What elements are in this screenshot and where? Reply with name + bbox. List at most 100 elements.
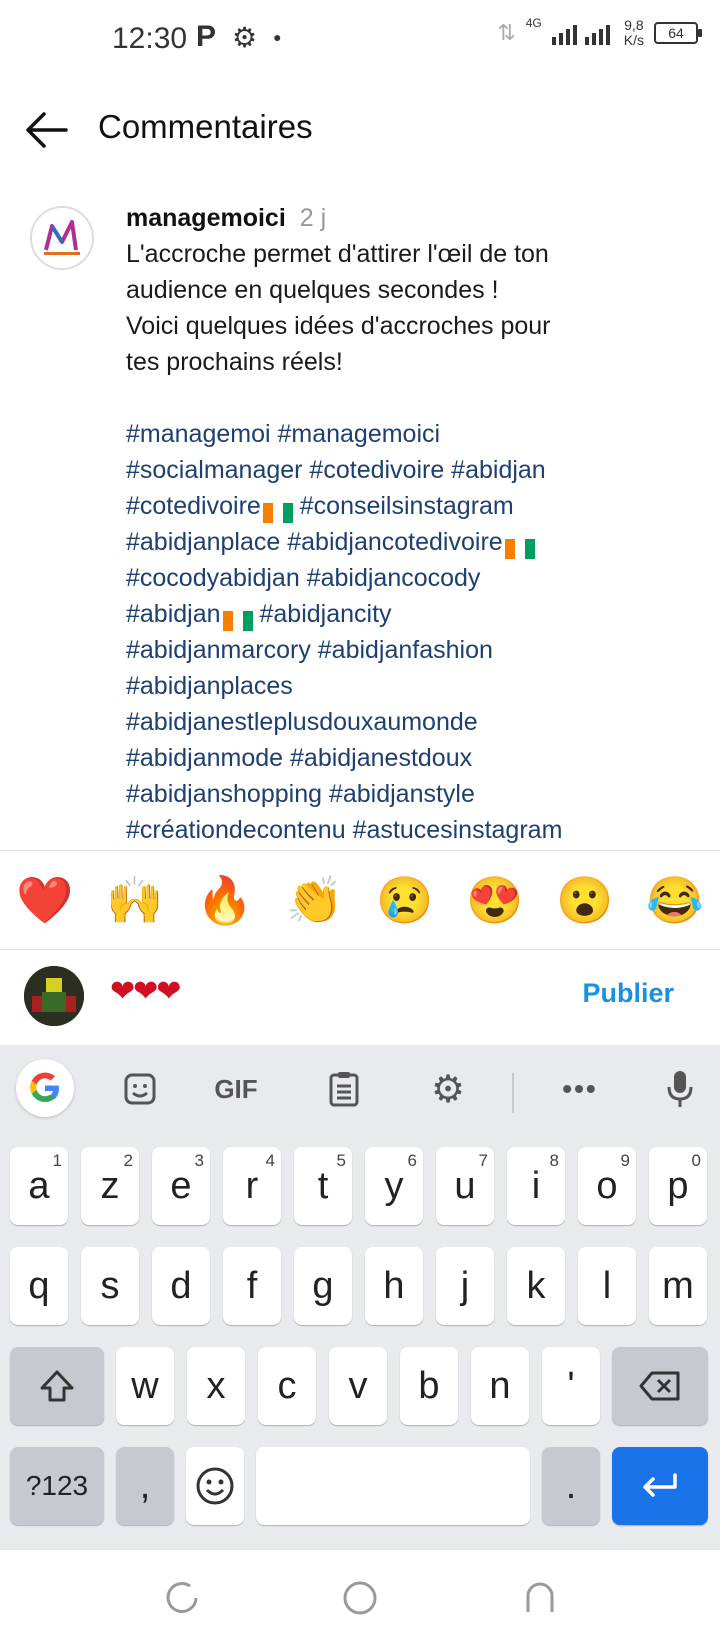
backspace-icon [639, 1371, 680, 1401]
back-button[interactable] [22, 108, 72, 152]
key-label: o [596, 1164, 618, 1207]
key-hint: 1 [52, 1151, 62, 1170]
parking-icon: P [196, 20, 217, 53]
hashtag-line[interactable]: #abidjanshopping #abidjanstyle [126, 776, 686, 812]
key-c[interactable]: c [258, 1347, 316, 1425]
comment-input[interactable]: ❤❤❤ [110, 974, 181, 1009]
flag-stripe [242, 611, 253, 632]
hashtag-line[interactable]: #abidjanplace #abidjancotedivoire [126, 524, 686, 560]
arrow-left-icon [26, 112, 68, 148]
key-x[interactable]: x [187, 1347, 245, 1425]
hashtag-block: #managemoi #managemoici #socialmanager #… [126, 416, 686, 848]
key-q[interactable]: q [10, 1247, 68, 1325]
comment-composer: ❤❤❤ Publier [0, 950, 720, 1042]
keyboard: GIF ⚙ ••• a1 z2 e3 r4 t5 y6 u7 i8 o9 p0 … [0, 1045, 720, 1550]
key-y[interactable]: y6 [365, 1147, 423, 1225]
key-j[interactable]: j [436, 1247, 494, 1325]
caption-line: Voici quelques idées d'accroches pour [126, 312, 551, 340]
gif-button[interactable]: GIF [208, 1065, 264, 1113]
period-key[interactable]: . [542, 1447, 600, 1525]
key-v[interactable]: v [329, 1347, 387, 1425]
shift-icon [40, 1370, 74, 1402]
hashtag-line[interactable]: #abidjan #abidjancity [126, 596, 686, 632]
status-time: 12:30 [112, 22, 188, 55]
sticker-icon[interactable] [116, 1065, 164, 1113]
key-h[interactable]: h [365, 1247, 423, 1325]
hashtag-line[interactable]: #créationdecontenu #astucesinstagram [126, 812, 686, 848]
key-label: y [384, 1164, 404, 1207]
caption-line: tes prochains réels! [126, 348, 343, 376]
gear-icon[interactable]: ⚙ [424, 1065, 472, 1113]
hashtag-line[interactable]: #abidjanmarcory #abidjanfashion [126, 632, 686, 668]
key-m[interactable]: m [649, 1247, 707, 1325]
key-s[interactable]: s [81, 1247, 139, 1325]
google-icon[interactable] [16, 1059, 74, 1117]
key-g[interactable]: g [294, 1247, 352, 1325]
battery-icon: 64 [654, 22, 702, 44]
enter-key[interactable] [612, 1447, 708, 1525]
crying-emoji-button[interactable]: 😢 [370, 873, 440, 928]
key-hint: 8 [549, 1151, 559, 1170]
key-u[interactable]: u7 [436, 1147, 494, 1225]
hashtag-line[interactable]: #cocodyabidjan #abidjancocody [126, 560, 686, 596]
key-l[interactable]: l [578, 1247, 636, 1325]
recents-button[interactable] [162, 1578, 202, 1618]
emoji-key[interactable] [186, 1447, 244, 1525]
heart-emoji-button[interactable]: ❤️ [10, 873, 80, 928]
laughing-emoji-button[interactable]: 😂 [640, 873, 710, 928]
more-icon[interactable]: ••• [556, 1065, 604, 1113]
key-a[interactable]: a1 [10, 1147, 68, 1225]
network-label: 4G [525, 16, 542, 30]
status-right-icons: ⇅ 4G 9,8 K/s 64 [497, 16, 702, 48]
flag-stripe [514, 539, 525, 560]
hashtag-line[interactable]: #cotedivoire #conseilsinstagram [126, 488, 686, 524]
surprised-emoji-button[interactable]: 😮 [550, 873, 620, 928]
key-o[interactable]: o9 [578, 1147, 636, 1225]
username[interactable]: managemoici [126, 204, 286, 232]
key-d[interactable]: d [152, 1247, 210, 1325]
mic-icon[interactable] [656, 1065, 704, 1113]
shift-key[interactable] [10, 1347, 104, 1425]
hashtag-line[interactable]: #abidjanmode #abidjanestdoux [126, 740, 686, 776]
emoji-quick-bar: ❤️ 🙌 🔥 👏 😢 😍 😮 😂 [0, 850, 720, 950]
key-p[interactable]: p0 [649, 1147, 707, 1225]
key-f[interactable]: f [223, 1247, 281, 1325]
key-z[interactable]: z2 [81, 1147, 139, 1225]
key-w[interactable]: w [116, 1347, 174, 1425]
comma-key[interactable]: , [116, 1447, 174, 1525]
hashtag-line[interactable]: #abidjanplaces [126, 668, 686, 704]
publish-button[interactable]: Publier [582, 978, 674, 1009]
flag-stripe [262, 503, 273, 524]
smiley-icon [196, 1467, 234, 1505]
key-e[interactable]: e3 [152, 1147, 210, 1225]
flag-stripe [232, 611, 243, 632]
key-n[interactable]: n [471, 1347, 529, 1425]
fire-emoji-button[interactable]: 🔥 [190, 873, 260, 928]
caption-line: audience en quelques secondes ! [126, 276, 499, 304]
key-t[interactable]: t5 [294, 1147, 352, 1225]
ivory-coast-flag-icon [262, 497, 293, 524]
heart-eyes-emoji-button[interactable]: 😍 [460, 873, 530, 928]
hashtag-line[interactable]: #socialmanager #cotedivoire #abidjan [126, 452, 686, 488]
symbols-key[interactable]: ?123 [10, 1447, 104, 1525]
key-hint: 3 [194, 1151, 204, 1170]
home-button[interactable] [340, 1578, 380, 1618]
hashtag-line[interactable]: #managemoi #managemoici [126, 416, 686, 452]
key-i[interactable]: i8 [507, 1147, 565, 1225]
clipboard-icon[interactable] [320, 1065, 368, 1113]
key-k[interactable]: k [507, 1247, 565, 1325]
back-nav-button[interactable] [520, 1578, 560, 1618]
clapping-emoji-button[interactable]: 👏 [280, 873, 350, 928]
backspace-key[interactable] [612, 1347, 708, 1425]
key-b[interactable]: b [400, 1347, 458, 1425]
key-r[interactable]: r4 [223, 1147, 281, 1225]
space-key[interactable] [256, 1447, 530, 1525]
key-apostrophe[interactable]: ' [542, 1347, 600, 1425]
gear-icon: ⚙ [232, 21, 258, 53]
key-label: t [317, 1164, 329, 1207]
hashtag-line[interactable]: #abidjanestleplusdouxaumonde [126, 704, 686, 740]
key-hint: 9 [620, 1151, 630, 1170]
avatar[interactable] [30, 206, 94, 270]
ivory-coast-flag-icon [222, 605, 253, 632]
raising-hands-emoji-button[interactable]: 🙌 [100, 873, 170, 928]
